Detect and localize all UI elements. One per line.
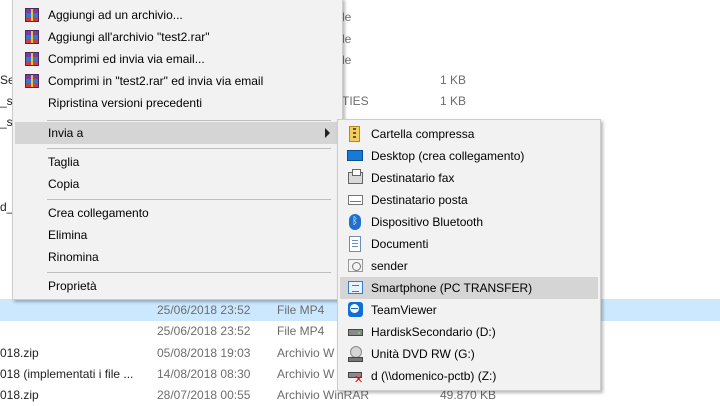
menu-item-label: Aggiungi all'archivio "test2.rar"	[48, 30, 210, 44]
menu-item-label: Rinomina	[48, 250, 99, 264]
chevron-right-icon	[325, 128, 330, 138]
documents-icon	[349, 236, 361, 252]
file-date: 25/06/2018 23:52	[157, 303, 251, 317]
send-to-zip-folder[interactable]: Cartella compressa	[340, 123, 598, 145]
bg-fragment: TIES	[342, 94, 369, 108]
send-to-fax[interactable]: Destinatario fax	[340, 167, 598, 189]
send-to-mail[interactable]: Destinatario posta	[340, 189, 598, 211]
mail-icon	[348, 195, 363, 205]
file-date: 28/07/2018 00:55	[157, 388, 251, 402]
file-type: File MP4	[277, 303, 325, 317]
menu-item-create-shortcut[interactable]: Crea collegamento	[15, 202, 340, 224]
menu-item-add-to-test2-rar[interactable]: Aggiungi all'archivio "test2.rar"	[15, 26, 340, 48]
menu-separator	[47, 148, 331, 149]
menu-item-label: Comprimi in "test2.rar" ed invia via ema…	[48, 74, 264, 88]
menu-item-label: Invia a	[48, 126, 84, 140]
desktop-icon	[347, 150, 363, 161]
menu-item-label: Smartphone (PC TRANSFER)	[371, 281, 533, 295]
send-to-sender[interactable]: sender	[340, 255, 598, 277]
menu-item-label: Taglia	[48, 155, 80, 169]
send-to-bluetooth[interactable]: ᛒ Dispositivo Bluetooth	[340, 211, 598, 233]
menu-item-label: sender	[371, 259, 408, 273]
menu-item-label: HardiskSecondario (D:)	[371, 325, 496, 339]
menu-item-rename[interactable]: Rinomina	[15, 246, 340, 268]
bg-fragment: le	[342, 10, 352, 24]
file-date: 14/08/2018 08:30	[157, 367, 251, 381]
menu-item-properties[interactable]: Proprietà	[15, 275, 340, 297]
send-to-network-z[interactable]: ✕ d (\\domenico-pctb) (Z:)	[340, 365, 598, 387]
bg-fragment: le	[342, 53, 352, 67]
send-to-teamviewer[interactable]: TeamViewer	[340, 299, 598, 321]
menu-item-label: Ripristina versioni precedenti	[48, 96, 203, 110]
bg-fragment: le	[342, 32, 352, 46]
sender-icon	[348, 259, 363, 272]
menu-item-label: d (\\domenico-pctb) (Z:)	[371, 369, 497, 383]
menu-separator	[47, 272, 331, 273]
menu-item-label: Dispositivo Bluetooth	[371, 215, 484, 229]
menu-item-label: Desktop (crea collegamento)	[371, 149, 525, 163]
send-to-submenu: Cartella compressa Desktop (crea collega…	[337, 119, 601, 391]
menu-item-label: Aggiungi ad un archivio...	[48, 8, 183, 22]
menu-item-compress-test2-email[interactable]: Comprimi in "test2.rar" ed invia via ema…	[15, 70, 340, 92]
menu-item-label: Destinatario posta	[371, 193, 468, 207]
menu-item-label: Documenti	[371, 237, 429, 251]
file-date: 25/06/2018 23:52	[157, 324, 251, 338]
send-to-drive-d[interactable]: HardiskSecondario (D:)	[340, 321, 598, 343]
menu-item-label: Copia	[48, 177, 80, 191]
zip-folder-icon	[349, 126, 360, 142]
menu-item-label: Cartella compressa	[371, 127, 475, 141]
file-date: 05/08/2018 19:03	[157, 346, 251, 360]
menu-item-copy[interactable]: Copia	[15, 173, 340, 195]
menu-item-send-to[interactable]: Invia a	[15, 122, 340, 144]
send-to-smartphone[interactable]: Smartphone (PC TRANSFER)	[340, 277, 598, 299]
send-to-dvd-g[interactable]: Unità DVD RW (G:)	[340, 343, 598, 365]
menu-item-delete[interactable]: Elimina	[15, 224, 340, 246]
bluetooth-icon: ᛒ	[349, 214, 361, 230]
dvd-drive-icon	[348, 346, 363, 362]
bg-fragment: 1 KB	[440, 94, 467, 108]
hard-drive-icon	[348, 329, 363, 336]
menu-item-cut[interactable]: Taglia	[15, 151, 340, 173]
file-name: 018.zip	[0, 388, 39, 402]
menu-item-restore-versions[interactable]: Ripristina versioni precedenti	[15, 92, 340, 114]
winrar-icon	[25, 74, 39, 88]
file-type: Archivio W	[277, 346, 335, 360]
smartphone-icon	[348, 281, 363, 294]
teamviewer-icon	[348, 302, 363, 317]
fax-icon	[348, 169, 363, 184]
winrar-icon	[25, 30, 39, 44]
menu-item-compress-email[interactable]: Comprimi ed invia via email...	[15, 48, 340, 70]
menu-item-label: Destinatario fax	[371, 171, 455, 185]
context-menu: Aggiungi ad un archivio... Aggiungi all'…	[12, 0, 343, 300]
send-to-documents[interactable]: Documenti	[340, 233, 598, 255]
menu-item-add-to-archive[interactable]: Aggiungi ad un archivio...	[15, 4, 340, 26]
file-type: File MP4	[277, 324, 325, 338]
file-name: 018 (implementati i file ...	[0, 367, 134, 381]
menu-item-label: Elimina	[48, 228, 88, 242]
menu-item-label: Proprietà	[48, 279, 97, 293]
send-to-desktop[interactable]: Desktop (crea collegamento)	[340, 145, 598, 167]
menu-item-label: Unità DVD RW (G:)	[371, 347, 475, 361]
winrar-icon	[25, 52, 39, 66]
winrar-icon	[25, 8, 39, 22]
menu-item-label: Crea collegamento	[48, 206, 149, 220]
bg-fragment: 1 KB	[440, 73, 467, 87]
menu-item-label: TeamViewer	[371, 303, 437, 317]
file-name: 018.zip	[0, 346, 39, 360]
menu-separator	[47, 120, 331, 121]
menu-item-label: Comprimi ed invia via email...	[48, 52, 205, 66]
menu-separator	[47, 199, 331, 200]
network-drive-icon: ✕	[348, 370, 363, 385]
file-type: Archivio W	[277, 367, 335, 381]
